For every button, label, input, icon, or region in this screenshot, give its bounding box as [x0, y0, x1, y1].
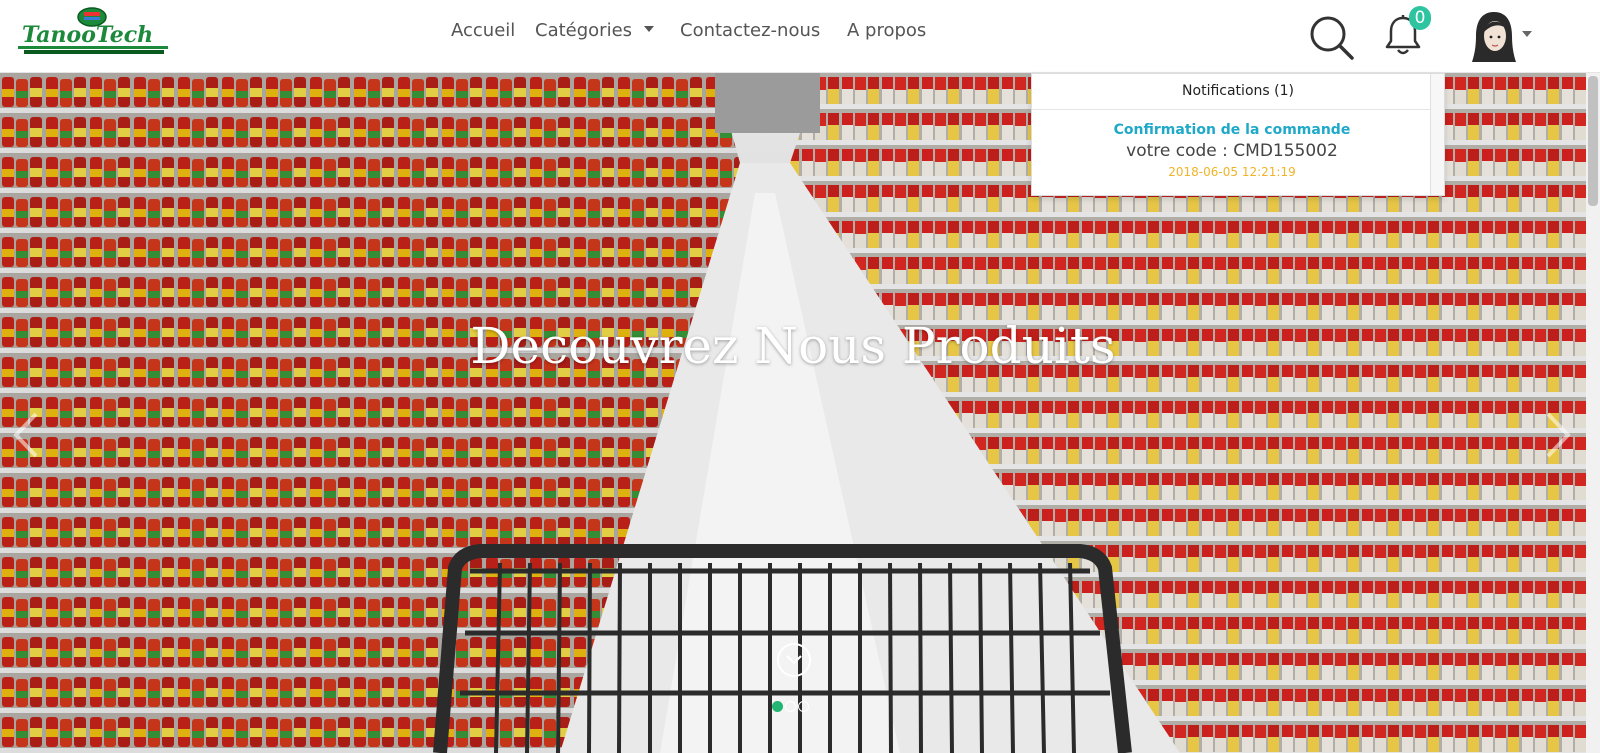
carousel-dot[interactable] [798, 701, 809, 712]
notification-item[interactable]: Confirmation de la commande votre code :… [1032, 122, 1432, 179]
carousel-dot[interactable] [785, 701, 796, 712]
scroll-down-chevron-icon[interactable] [777, 643, 811, 677]
brand-logo[interactable]: TanooTech [16, 6, 170, 58]
svg-text:TanooTech: TanooTech [22, 22, 153, 48]
notification-title: Confirmation de la commande [1113, 122, 1351, 138]
carousel-dot[interactable] [772, 701, 783, 712]
user-menu-chevron-down-icon[interactable] [1522, 31, 1532, 37]
nav-contact-link[interactable]: Contactez-nous [680, 20, 820, 41]
notification-body: votre code : CMD155002 [1126, 141, 1338, 161]
notifications-dropdown: Notifications (1) Confirmation de la com… [1031, 73, 1445, 196]
notification-timestamp: 2018-06-05 12:21:19 [1168, 165, 1296, 179]
notification-count-badge: 0 [1409, 6, 1431, 30]
nav-categories-label: Catégories [535, 20, 633, 41]
nav-about-link[interactable]: A propos [847, 20, 926, 41]
top-navbar: TanooTech Accueil Catégories Contactez-n… [0, 0, 1600, 73]
carousel-indicators [772, 701, 809, 715]
chevron-down-icon [644, 26, 655, 32]
user-avatar[interactable] [1470, 10, 1518, 62]
search-icon[interactable] [1308, 14, 1356, 62]
notifications-header: Notifications (1) [1032, 74, 1444, 110]
hero-title: Decouvrez Nous Produits [470, 317, 1116, 375]
carousel-next-arrow-icon[interactable] [1540, 410, 1576, 460]
notifications-scrollbar[interactable] [1430, 74, 1444, 195]
carousel-prev-arrow-icon[interactable] [8, 410, 44, 460]
brand-logo-image: TanooTech [18, 7, 168, 54]
nav-home-link[interactable]: Accueil [451, 20, 515, 41]
page-scrollbar-thumb[interactable] [1588, 76, 1598, 206]
nav-categories-dropdown[interactable]: Catégories [535, 20, 655, 41]
